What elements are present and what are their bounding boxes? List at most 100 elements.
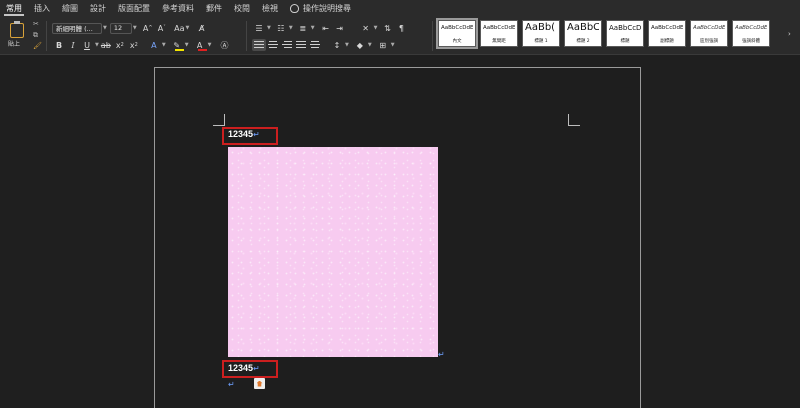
copy-icon[interactable]: ⧉ (33, 31, 38, 40)
chevron-down-icon[interactable]: ▼ (289, 25, 293, 31)
paragraph-mark-icon: ↵ (253, 364, 260, 373)
style-sample: AaBb( (525, 22, 556, 33)
gallery-more-icon[interactable]: › (788, 30, 791, 38)
paste-options-icon[interactable] (254, 378, 265, 389)
tab-mailings[interactable]: 郵件 (200, 0, 228, 17)
strikethrough-button[interactable]: ab (99, 39, 113, 51)
chevron-down-icon[interactable]: ▼ (267, 25, 271, 31)
tell-me-label: 操作說明搜尋 (303, 4, 351, 13)
clipboard-group: 貼上 ✂ ⧉ 🖌 (4, 17, 44, 55)
asian-layout-icon[interactable]: ✕ (359, 22, 373, 34)
style-emphasis[interactable]: AaBbCcDdEe 強調斜體 (732, 20, 770, 47)
borders-icon[interactable]: ⊞ (376, 39, 390, 51)
style-normal[interactable]: AaBbCcDdEe 內文 (436, 18, 478, 49)
distributed-button[interactable] (308, 39, 322, 51)
align-left-button[interactable] (252, 39, 266, 51)
chevron-down-icon[interactable]: ▼ (103, 25, 107, 31)
margin-corner-mark (568, 114, 580, 126)
format-painter-icon[interactable]: 🖌 (33, 42, 42, 50)
style-subtitle[interactable]: AaBbCcDdEe 副標題 (648, 20, 686, 47)
increase-indent-icon[interactable]: ⇥ (333, 22, 347, 34)
style-name: 強調斜體 (742, 39, 760, 44)
margin-corner-mark (213, 114, 225, 126)
paragraph-mark-icon: ↵ (438, 350, 445, 359)
chevron-down-icon[interactable]: ▼ (185, 42, 189, 48)
paragraph-mark-icon: ↵ (228, 380, 235, 389)
tell-me-search[interactable]: 操作說明搜尋 (284, 3, 351, 14)
font-name-dropdown[interactable]: 新細明體 (... (52, 22, 102, 34)
tab-insert[interactable]: 插入 (28, 0, 56, 17)
style-name: 無間距 (492, 39, 506, 44)
style-name: 副標題 (660, 39, 674, 44)
paste-button[interactable] (10, 21, 24, 38)
chevron-down-icon[interactable]: ▼ (162, 42, 166, 48)
divider (246, 21, 247, 51)
chevron-down-icon[interactable]: ▼ (133, 25, 137, 31)
chevron-down-icon[interactable]: ▼ (368, 42, 372, 48)
paragraph-line-1[interactable]: 12345↵ (228, 129, 260, 139)
justify-button[interactable] (294, 39, 308, 51)
chevron-down-icon[interactable]: ▼ (311, 25, 315, 31)
tab-review[interactable]: 校閱 (228, 0, 256, 17)
bullets-icon[interactable]: ☰ (252, 22, 266, 34)
pink-image[interactable] (228, 147, 438, 357)
font-size-value: 12 (113, 24, 123, 32)
align-center-button[interactable] (266, 39, 280, 51)
chevron-down-icon[interactable]: ▼ (345, 42, 349, 48)
italic-button[interactable]: I (66, 39, 80, 51)
shading-icon[interactable]: ◆ (353, 39, 367, 51)
tab-home[interactable]: 常用 (0, 0, 28, 17)
style-sample: AaBbCcDdEe (735, 25, 767, 31)
paste-label: 貼上 (8, 41, 21, 48)
clear-formatting-icon[interactable]: A̸ (195, 22, 209, 34)
chevron-down-icon[interactable]: ▼ (208, 42, 212, 48)
divider (46, 21, 47, 51)
multilevel-list-icon[interactable]: ≣ (296, 22, 310, 34)
style-heading-2[interactable]: AaBbC 標題 2 (564, 20, 602, 47)
style-sample: AaBbC (567, 22, 599, 33)
tab-draw[interactable]: 繪圖 (56, 0, 84, 17)
shrink-font-icon[interactable]: Aˇ (155, 22, 169, 34)
tab-layout[interactable]: 版面配置 (112, 0, 156, 17)
style-title[interactable]: AaBbCcD 標題 (606, 20, 644, 47)
text-effects-icon[interactable]: A (147, 39, 161, 51)
grow-font-icon[interactable]: A ^ (141, 22, 155, 34)
tab-design[interactable]: 設計 (84, 0, 112, 17)
sort-icon[interactable]: ⇅ (380, 22, 394, 34)
divider (432, 21, 433, 51)
style-name: 內文 (452, 39, 462, 44)
style-sample: AaBbCcDdEe (693, 25, 725, 31)
font-row-1: 新細明體 (... ▼ 12 ▼ A ^ Aˇ Aa ▼ A̸ (52, 22, 209, 34)
tab-view[interactable]: 檢視 (256, 0, 284, 17)
subscript-button[interactable]: x2 (113, 39, 127, 51)
style-subtle-emphasis[interactable]: AaBbCcDdEe 區別強調 (690, 20, 728, 47)
style-name: 標題 1 (534, 39, 548, 44)
style-name: 標題 (620, 39, 630, 44)
change-case-label: Aa (174, 23, 185, 33)
change-case-button[interactable]: Aa ▼ (173, 22, 191, 34)
style-no-spacing[interactable]: AaBbCcDdEe 無間距 (480, 20, 518, 47)
character-border-icon[interactable]: Ⓐ (217, 39, 231, 51)
tab-references[interactable]: 參考資料 (156, 0, 200, 17)
decrease-indent-icon[interactable]: ⇤ (319, 22, 333, 34)
font-row-2: B I U ▼ ab x2 x2 A ▼ ✎ ▼ A ▼ Ⓐ (52, 39, 231, 51)
show-marks-icon[interactable]: ¶ (394, 22, 408, 34)
underline-button[interactable]: U (80, 39, 94, 51)
style-name: 區別強調 (700, 39, 718, 44)
align-right-button[interactable] (280, 39, 294, 51)
superscript-button[interactable]: x2 (127, 39, 141, 51)
styles-gallery: AaBbCcDdEe 內文 AaBbCcDdEe 無間距 AaBb( 標題 1 … (436, 18, 770, 49)
numbering-icon[interactable]: ☷ (274, 22, 288, 34)
cut-icon[interactable]: ✂ (33, 20, 39, 28)
style-heading-1[interactable]: AaBb( 標題 1 (522, 20, 560, 47)
style-sample: AaBbCcDdEe (441, 25, 473, 31)
paragraph-mark-icon: ↵ (253, 130, 260, 139)
bold-button[interactable]: B (52, 39, 66, 51)
font-size-dropdown[interactable]: 12 (109, 22, 132, 34)
chevron-down-icon[interactable]: ▼ (374, 25, 378, 31)
document-area[interactable]: 12345↵ ↵ 12345↵ ↵ (0, 56, 800, 408)
paragraph-line-2[interactable]: 12345↵ (228, 363, 260, 373)
chevron-down-icon[interactable]: ▼ (391, 42, 395, 48)
line-spacing-icon[interactable]: ↕ (330, 39, 344, 51)
paragraph-row-1: ☰ ▼ ☷ ▼ ≣ ▼ ⇤ ⇥ ✕ ▼ ⇅ ¶ (252, 22, 408, 34)
